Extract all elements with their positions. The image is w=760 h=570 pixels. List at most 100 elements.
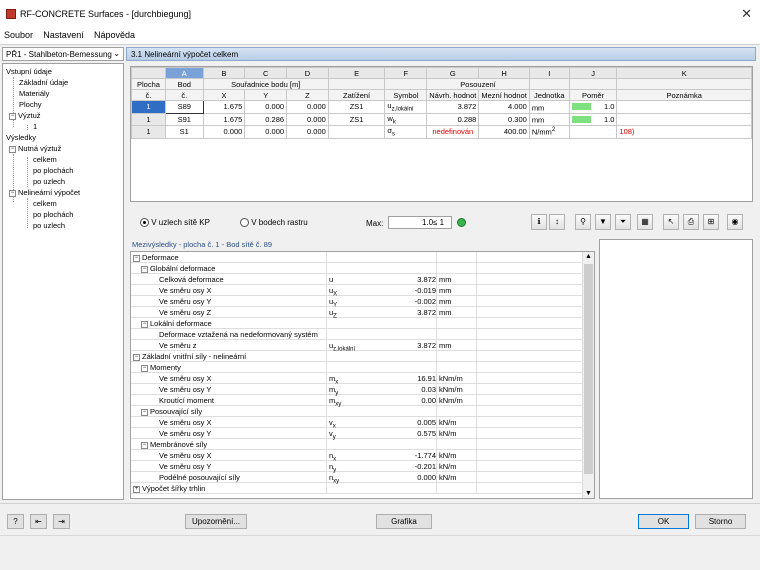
- result-row[interactable]: Ve směru osy X uX -0.019 mm: [131, 285, 583, 298]
- cell-jednotka[interactable]: mm: [528, 112, 570, 126]
- tree-item-nl-po-plochach[interactable]: po plochách: [33, 210, 73, 219]
- collapse-icon[interactable]: −: [9, 145, 16, 153]
- filter-icon[interactable]: ▼: [595, 214, 611, 230]
- cell-plocha[interactable]: 1: [131, 100, 166, 114]
- result-row[interactable]: − Membránové síly: [131, 439, 583, 450]
- tree-item-celkem[interactable]: celkem: [33, 155, 57, 164]
- visibility-icon[interactable]: ◉: [727, 214, 743, 230]
- cell-x[interactable]: 1.675: [202, 100, 246, 114]
- tree-item-nutna-vyztuz[interactable]: − Nutná výztuž: [9, 144, 61, 153]
- cell-mezni[interactable]: 0.300: [478, 112, 530, 126]
- cell-jednotka[interactable]: N/mm2: [528, 125, 570, 139]
- result-row[interactable]: Ve směru osy X nx -1.774 kN/m: [131, 450, 583, 463]
- tree-item-nl-po-uzlech[interactable]: po uzlech: [33, 221, 65, 230]
- collapse-icon[interactable]: −: [133, 254, 140, 262]
- cell-pomer[interactable]: 1.0: [568, 112, 618, 126]
- collapse-icon[interactable]: −: [133, 353, 140, 361]
- result-row[interactable]: Podélné posouvající síly nxy 0.000 kN/m: [131, 472, 583, 485]
- cell-mezni[interactable]: 400.00: [478, 125, 530, 139]
- result-row[interactable]: Deformace vztažená na nedeformovaný syst…: [131, 329, 583, 340]
- tree-item-vyztuz-1[interactable]: 1: [33, 122, 37, 131]
- tree-item-vstupni-udaje[interactable]: Vstupní údaje: [6, 67, 52, 76]
- cell-symbol[interactable]: wk: [384, 112, 428, 126]
- cell-navrh[interactable]: 3.872: [426, 100, 480, 114]
- cell-poznamka[interactable]: [616, 100, 752, 114]
- cell-bod[interactable]: S1: [164, 125, 204, 139]
- grafika-button[interactable]: Grafika: [376, 514, 432, 529]
- cell-x[interactable]: 1.675: [202, 112, 246, 126]
- chevron-down-icon[interactable]: ⌄: [113, 49, 120, 58]
- cell-y[interactable]: 0.286: [244, 112, 288, 126]
- cell-symbol[interactable]: uz,lokální: [384, 100, 428, 114]
- scroll-up-icon[interactable]: ▲: [585, 253, 592, 260]
- cell-plocha[interactable]: 1: [131, 112, 166, 126]
- cell-y[interactable]: 0.000: [244, 125, 288, 139]
- upozorneni-button[interactable]: Upozornění...: [185, 514, 247, 529]
- filter-settings-icon[interactable]: ⏷: [615, 214, 631, 230]
- result-row[interactable]: Kroutící moment mxy 0.00 kNm/m: [131, 395, 583, 408]
- result-row[interactable]: − Základní vnitřní síly - nelineární: [131, 351, 583, 362]
- result-row[interactable]: + Výpočet šířky trhlin: [131, 483, 583, 494]
- select-icon[interactable]: ↖: [663, 214, 679, 230]
- result-row[interactable]: − Lokální deformace: [131, 318, 583, 329]
- cell-z[interactable]: 0.000: [286, 100, 329, 114]
- cell-z[interactable]: 0.000: [286, 112, 329, 126]
- result-row[interactable]: Ve směru osy Y uY -0.002 mm: [131, 296, 583, 309]
- tree-item-plochy[interactable]: Plochy: [19, 100, 42, 109]
- cell-zatizeni[interactable]: [327, 125, 386, 139]
- cell-pomer[interactable]: 1.0: [568, 100, 618, 114]
- close-icon[interactable]: ✕: [741, 6, 752, 22]
- result-row[interactable]: Ve směru osy Y ny -0.201 kN/m: [131, 461, 583, 474]
- tree-item-materialy[interactable]: Materiály: [19, 89, 49, 98]
- tree-item-vysledky[interactable]: Výsledky: [6, 133, 36, 142]
- scroll-thumb[interactable]: [584, 264, 593, 474]
- collapse-icon[interactable]: −: [141, 320, 148, 328]
- cell-navrh[interactable]: 0.288: [426, 112, 480, 126]
- col-letter[interactable]: G: [426, 67, 480, 79]
- ok-button[interactable]: OK: [638, 514, 689, 529]
- col-letter[interactable]: F: [384, 67, 428, 79]
- col-letter[interactable]: D: [286, 67, 329, 79]
- print-icon[interactable]: ⎙: [683, 214, 699, 230]
- cell-z[interactable]: 0.000: [286, 125, 329, 139]
- col-letter[interactable]: C: [244, 67, 288, 79]
- col-letter[interactable]: E: [327, 67, 386, 79]
- tree-item-nl-celkem[interactable]: celkem: [33, 199, 57, 208]
- cell-navrh[interactable]: nedefinován: [426, 125, 480, 139]
- tree-item-po-uzlech[interactable]: po uzlech: [33, 177, 65, 186]
- tree-item-vyztuz[interactable]: − Výztuž: [9, 111, 41, 120]
- col-letter[interactable]: K: [616, 67, 752, 79]
- result-row[interactable]: Ve směru osy X mx 16.91 kNm/m: [131, 373, 583, 386]
- cell-mezni[interactable]: 4.000: [478, 100, 530, 114]
- result-row[interactable]: Ve směru z uz,lokální 3.872 mm: [131, 340, 583, 353]
- table-row[interactable]: 1 S89 1.675 0.000 0.000 ZS1 uz,lokální 3…: [131, 100, 752, 114]
- cell-plocha[interactable]: 1: [131, 125, 166, 139]
- collapse-icon[interactable]: −: [141, 364, 148, 372]
- storno-button[interactable]: Storno: [695, 514, 746, 529]
- cell-symbol[interactable]: σs: [384, 125, 428, 139]
- result-row[interactable]: − Posouvající síly: [131, 406, 583, 417]
- radio-uzly[interactable]: V uzlech sítě KP: [140, 218, 210, 228]
- result-row[interactable]: Celková deformace u 3.872 mm: [131, 274, 583, 285]
- result-row[interactable]: Ve směru osy Z uZ 3.872 mm: [131, 307, 583, 320]
- info-icon[interactable]: ℹ: [531, 214, 547, 230]
- cell-zatizeni[interactable]: ZS1: [327, 100, 386, 114]
- result-row[interactable]: − Deformace: [131, 252, 583, 263]
- collapse-icon[interactable]: −: [141, 408, 148, 416]
- export-icon[interactable]: ⊞: [703, 214, 719, 230]
- filter-mark-icon[interactable]: ⚲: [575, 214, 591, 230]
- cell-zatizeni[interactable]: ZS1: [327, 112, 386, 126]
- result-row[interactable]: − Globální deformace: [131, 263, 583, 274]
- cell-poznamka[interactable]: [616, 112, 752, 126]
- tree-item-po-plochach[interactable]: po plochách: [33, 166, 73, 175]
- radio-rastr[interactable]: V bodech rastru: [240, 218, 308, 228]
- menu-nastaveni[interactable]: Nastavení: [39, 28, 88, 42]
- table-row[interactable]: 1 S1 0.000 0.000 0.000 σs nedefinován 40…: [131, 125, 752, 139]
- cell-x[interactable]: 0.000: [202, 125, 246, 139]
- collapse-icon[interactable]: −: [141, 265, 148, 273]
- menu-napoveda[interactable]: Nápověda: [90, 28, 139, 42]
- collapse-icon[interactable]: −: [9, 189, 16, 197]
- col-letter[interactable]: H: [478, 67, 530, 79]
- radio-dot-icon[interactable]: [240, 218, 249, 228]
- col-letter[interactable]: B: [202, 67, 246, 79]
